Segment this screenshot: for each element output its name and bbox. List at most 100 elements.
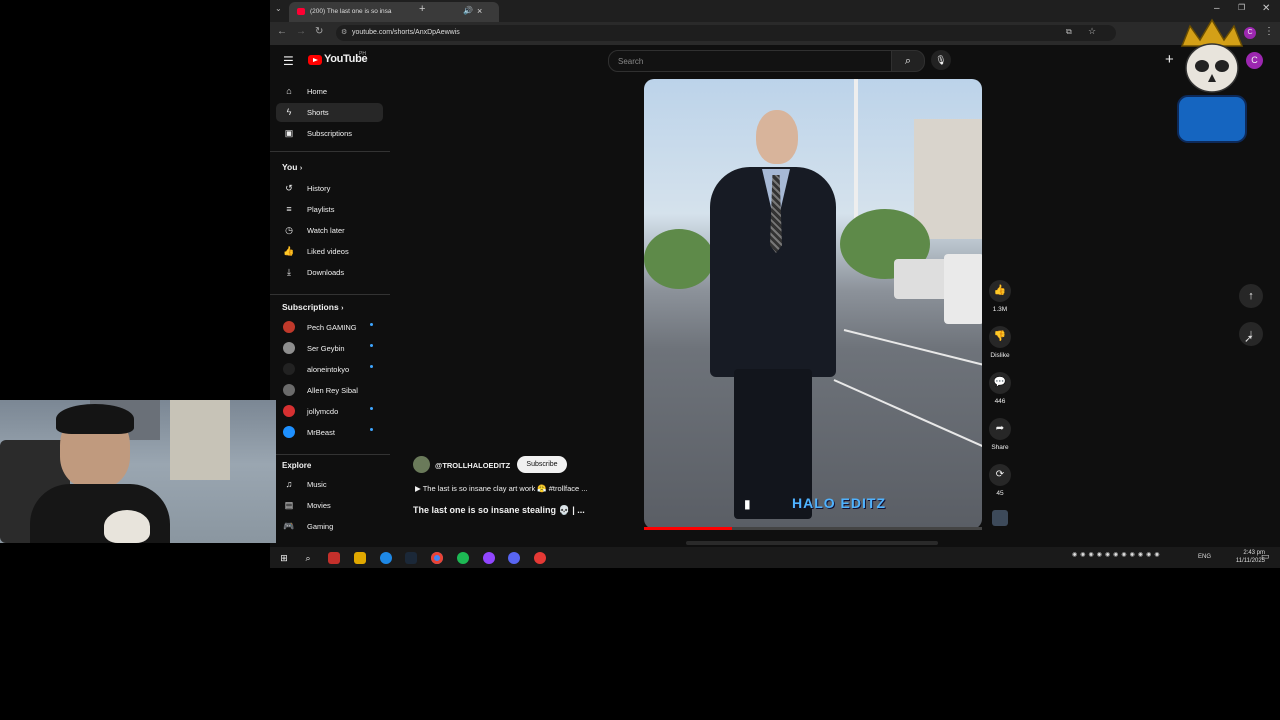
background-car (944, 254, 982, 324)
sidebar-item-ser-geybin[interactable]: Ser Geybin (276, 339, 383, 358)
browser-menu-icon[interactable]: ⋮ (1264, 26, 1274, 37)
steam-icon[interactable] (405, 552, 417, 564)
channel-avatar (283, 384, 295, 396)
close-window-icon[interactable]: ✕ (1262, 3, 1270, 14)
progress-fill (644, 527, 732, 530)
sidebar-item-playlists[interactable]: ≡ Playlists (276, 200, 383, 219)
sidebar-item-history[interactable]: ↺ History (276, 179, 383, 198)
obs-icon[interactable] (534, 552, 546, 564)
sidebar-item-aloneintokyo[interactable]: aloneintokyo (276, 360, 383, 379)
remix-button[interactable]: ⟳ 45 (988, 464, 1012, 497)
sidebar-item-label: aloneintokyo (307, 365, 350, 374)
channel-avatar (283, 426, 295, 438)
forward-icon[interactable]: → (296, 26, 306, 37)
sidebar-item-label: Allen Rey Sibal (307, 386, 358, 395)
back-icon[interactable]: ← (277, 26, 287, 37)
sidebar-item-home[interactable]: ⌂ Home (276, 82, 383, 101)
background-building (914, 119, 982, 239)
share-button[interactable]: ➦ Share (988, 418, 1012, 451)
system-tray-icons[interactable]: ◉◉◉◉◉◉◉◉◉◉◉ (1072, 551, 1163, 558)
sidebar-item-movies[interactable]: ▤ Movies (276, 496, 383, 515)
sidebar-item-label: Subscriptions (307, 129, 353, 138)
channel-avatar[interactable] (413, 456, 430, 473)
download-icon: ⤓ (287, 267, 291, 277)
bookmark-star-icon[interactable]: ☆ (1088, 26, 1096, 37)
sidebar-item-downloads[interactable]: ⤓ Downloads (276, 263, 383, 282)
country-code: PH (359, 51, 366, 57)
youtube-play-icon (308, 55, 322, 65)
new-tab-icon[interactable]: + (419, 3, 425, 15)
plush-toy (104, 510, 150, 543)
minimize-icon[interactable]: – (1214, 3, 1220, 14)
short-video-player[interactable]: ▮ HALO EDITZ (644, 79, 982, 529)
speaker-icon[interactable]: 🔊 (463, 6, 473, 15)
dislike-button[interactable]: 👎 Dislike (988, 326, 1012, 359)
music-icon: ♫ (285, 479, 293, 489)
sidebar-item-label: Music (307, 480, 327, 489)
app-icon[interactable] (508, 552, 520, 564)
notifications-icon[interactable]: ▭ (1261, 551, 1270, 562)
edge-icon[interactable] (380, 552, 392, 564)
share-label: Share (991, 444, 1009, 451)
new-content-dot (370, 428, 373, 431)
sidebar-item-jollymcdo[interactable]: jollymcdo (276, 402, 383, 421)
app-icon[interactable] (483, 552, 495, 564)
language-indicator[interactable]: ENG (1198, 554, 1211, 560)
sidebar-item-liked-videos[interactable]: 👍 Liked videos (276, 242, 383, 261)
media-app-icon[interactable] (328, 552, 340, 564)
sidebar-item-pech-gaming[interactable]: Pech GAMING (276, 318, 383, 337)
windows-start-icon[interactable]: ⊞ (278, 552, 290, 564)
shorts-icon: ϟ (286, 107, 292, 117)
spotify-icon[interactable] (457, 552, 469, 564)
watch-later-icon: ◷ (285, 225, 293, 235)
thumbs-down-icon: 👎 (989, 326, 1011, 348)
sidebar-item-gaming[interactable]: 🎮 Gaming (276, 517, 383, 536)
clock-date: 11/11/2025 (1235, 558, 1265, 564)
search-input[interactable]: Search (608, 50, 892, 72)
subscriptions-heading[interactable]: Subscriptions › (282, 302, 343, 312)
reload-icon[interactable]: ↻ (315, 26, 323, 37)
short-title[interactable]: The last one is so insane stealing 💀 | .… (413, 505, 585, 516)
scrollbar[interactable] (686, 541, 938, 545)
url-field[interactable]: ⚙ youtube.com/shorts/AnxDpAewwis ⧉ ☆ (336, 25, 1116, 41)
sidebar-item-shorts[interactable]: ϟ Shorts (276, 103, 383, 122)
install-icon[interactable]: ⧉ (1066, 27, 1072, 37)
clock[interactable]: 2:43 pm 11/11/2025 (1217, 549, 1265, 565)
thumbs-up-icon: 👍 (989, 280, 1011, 302)
sidebar-divider (270, 294, 390, 295)
tab-title: (200) The last one is so insa (310, 8, 392, 15)
tab-bar: ⌄ (200) The last one is so insa 🔊 × + – … (270, 0, 1280, 22)
like-button[interactable]: 👍 1.3M (988, 280, 1012, 313)
channel-name[interactable]: @TROLLHALOEDITZ (435, 461, 510, 470)
chrome-icon[interactable] (431, 552, 443, 564)
subscribe-button[interactable]: Subscribe (517, 456, 567, 473)
search-icon[interactable]: ⌕ (302, 552, 314, 564)
previous-short-button[interactable]: ↑ (1239, 284, 1263, 308)
sidebar-item-subscriptions[interactable]: ▣ Subscriptions (276, 124, 383, 143)
maximize-icon[interactable]: ❐ (1238, 3, 1245, 12)
video-progress-bar[interactable] (644, 527, 982, 530)
short-description[interactable]: ▶ The last is so insane clay art work 😤 … (415, 484, 588, 493)
browser-tab[interactable]: (200) The last one is so insa 🔊 × (289, 2, 499, 22)
hamburger-menu-icon[interactable]: ☰ (283, 54, 294, 68)
comment-count: 446 (994, 398, 1006, 405)
sound-thumbnail[interactable] (992, 510, 1008, 526)
arrow-up-icon: ↑ (1248, 290, 1254, 302)
search-button[interactable]: ⌕ (891, 50, 925, 72)
movies-icon: ▤ (284, 500, 294, 510)
file-explorer-icon[interactable] (354, 552, 366, 564)
site-info-icon[interactable]: ⚙ (341, 28, 347, 36)
tab-search-icon[interactable]: ⌄ (275, 4, 282, 13)
sidebar-item-watch-later[interactable]: ◷ Watch later (276, 221, 383, 240)
close-tab-icon[interactable]: × (477, 6, 482, 16)
sidebar-item-label: Home (307, 87, 328, 96)
new-content-dot (370, 344, 373, 347)
watermark-icon: ▮ (744, 497, 751, 511)
voice-search-button[interactable]: 🎙 (931, 50, 951, 70)
youtube-favicon-icon (297, 8, 305, 15)
comments-button[interactable]: 💬 446 (988, 372, 1012, 405)
sidebar-item-mrbeast[interactable]: MrBeast (276, 423, 383, 442)
sidebar-item-allen-rey-sibal[interactable]: Allen Rey Sibal (276, 381, 383, 400)
you-heading[interactable]: You › (282, 162, 302, 172)
sidebar-item-music[interactable]: ♫ Music (276, 475, 383, 494)
